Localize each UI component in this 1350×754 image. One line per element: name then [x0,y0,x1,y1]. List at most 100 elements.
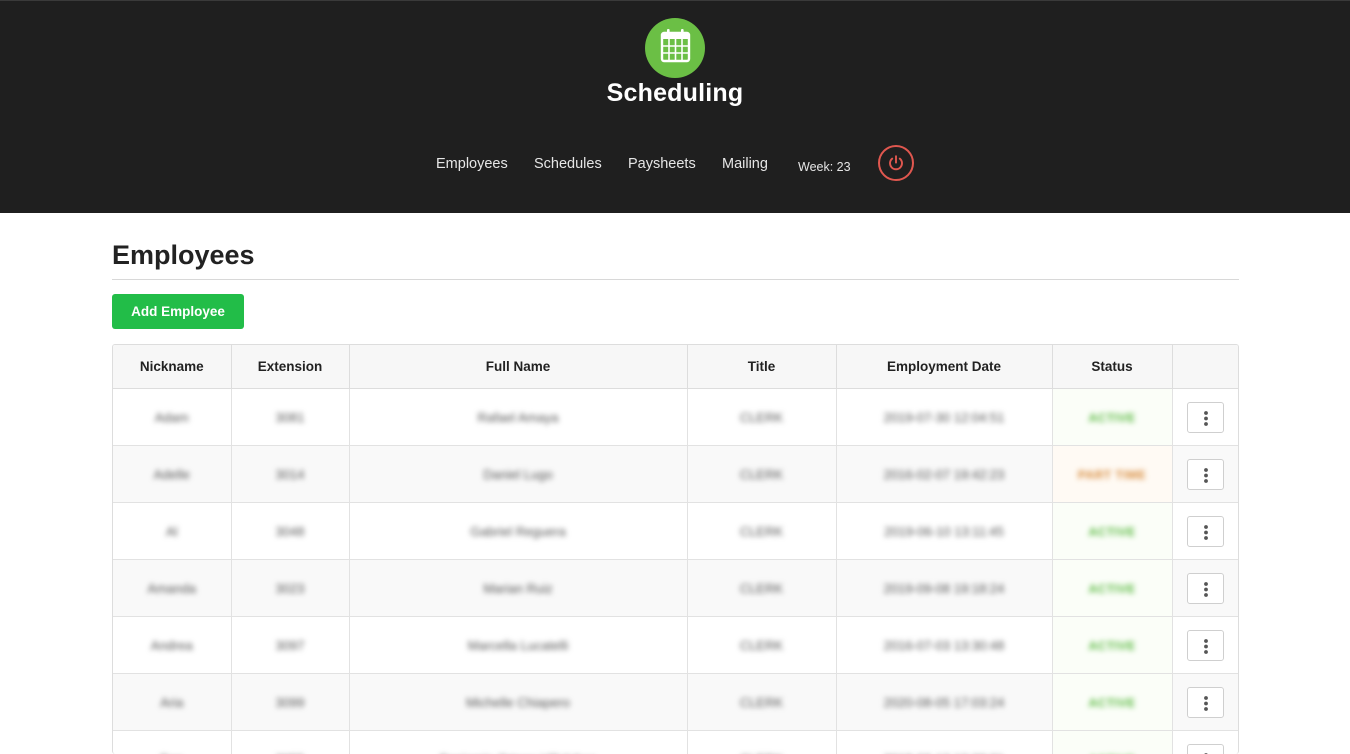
more-vertical-icon [1203,581,1209,598]
cell-title: CLERK [687,731,836,754]
cell-extension: 3099 [231,674,349,731]
table-row[interactable]: Adelle 3014 Daniel Lugo CLERK 2016-02-07 19:… [113,446,1238,503]
cell-employment-date-text: 2019-07-30 12:04:51 [884,410,1005,425]
status-badge: ACTIVE [1088,696,1135,710]
cell-full-name-text: Rafael Amaya [478,410,559,425]
cell-status: ACTIVE [1052,731,1172,754]
cell-title-text: CLERK [740,524,783,539]
status-badge: ACTIVE [1088,411,1135,425]
cell-status: ACTIVE [1052,617,1172,674]
table-header-row: Nickname Extension Full Name Title Emplo… [113,345,1238,389]
cell-employment-date-text: 2020-08-05 17:03:24 [884,695,1005,710]
cell-employment-date: 2016-02-07 19:42:23 [836,446,1052,503]
row-menu-button[interactable] [1187,459,1224,490]
cell-nickname-text: Andrea [151,638,193,653]
cell-title: CLERK [687,503,836,560]
cell-full-name: Benjamin Ortega Villalobos [349,731,687,754]
cell-status: PART TIME [1052,446,1172,503]
cell-full-name-text: Gabriel Reguera [470,524,565,539]
cell-actions [1172,674,1238,731]
table-row[interactable]: Aria 3099 Michelle Chiapero CLERK 2020-08-05… [113,674,1238,731]
cell-extension: 3048 [231,503,349,560]
cell-extension: 3023 [231,560,349,617]
cell-nickname-text: Adam [155,410,189,425]
cell-extension: 3081 [231,389,349,446]
column-header-nickname[interactable]: Nickname [113,345,231,389]
cell-extension: 3014 [231,446,349,503]
cell-extension: 3097 [231,617,349,674]
column-header-employment-date[interactable]: Employment Date [836,345,1052,389]
cell-title-text: CLERK [740,467,783,482]
cell-employment-date-text: 2016-07-03 13:30:48 [884,638,1005,653]
cell-nickname-text: Adelle [154,467,190,482]
cell-nickname: Aria [113,674,231,731]
column-header-status[interactable]: Status [1052,345,1172,389]
cell-nickname: Adelle [113,446,231,503]
cell-nickname-text: Aria [160,695,183,710]
more-vertical-icon [1203,410,1209,427]
row-menu-button[interactable] [1187,573,1224,604]
cell-title: CLERK [687,560,836,617]
more-vertical-icon [1203,524,1209,541]
cell-nickname: Andrea [113,617,231,674]
cell-nickname: Adam [113,389,231,446]
cell-actions [1172,731,1238,754]
cell-extension-text: 3099 [276,695,305,710]
cell-nickname-text: Al [166,524,178,539]
cell-extension: 3055 [231,731,349,754]
cell-actions [1172,389,1238,446]
cell-actions [1172,446,1238,503]
power-icon [887,154,905,172]
cell-title: CLERK [687,446,836,503]
cell-full-name-text: Marcella Lucatelli [468,638,568,653]
column-header-title[interactable]: Title [687,345,836,389]
more-vertical-icon [1203,695,1209,712]
cell-employment-date: 2020-08-05 17:03:24 [836,674,1052,731]
cell-full-name-text: Daniel Lugo [483,467,552,482]
cell-title-text: CLERK [740,695,783,710]
cell-nickname: Al [113,503,231,560]
add-employee-button[interactable]: Add Employee [112,294,244,329]
row-menu-button[interactable] [1187,630,1224,661]
row-menu-button[interactable] [1187,516,1224,547]
status-badge: ACTIVE [1088,639,1135,653]
logout-button[interactable] [878,145,914,181]
status-badge: ACTIVE [1088,582,1135,596]
top-header: Scheduling Employees Schedules Paysheets… [0,0,1350,213]
cell-extension-text: 3048 [276,524,305,539]
cell-title-text: CLERK [740,581,783,596]
cell-extension-text: 3081 [276,410,305,425]
cell-full-name-text: Michelle Chiapero [466,695,570,710]
nav-schedules[interactable]: Schedules [534,156,602,172]
cell-title-text: CLERK [740,410,783,425]
cell-employment-date: 2019-07-30 12:04:51 [836,389,1052,446]
table-row[interactable]: Adam 3081 Rafael Amaya CLERK 2019-07-30 12:0… [113,389,1238,446]
table-row[interactable]: Amanda 3023 Marian Ruiz CLERK 2019-09-08 19:… [113,560,1238,617]
nav-employees[interactable]: Employees [436,156,508,172]
page-title: Employees [112,240,255,271]
status-badge: PART TIME [1078,468,1146,482]
cell-full-name: Marian Ruiz [349,560,687,617]
cell-employment-date: 2016-07-03 13:30:48 [836,617,1052,674]
table-row[interactable]: Ben3055Benjamin Ortega VillalobosCLERK20… [113,731,1238,754]
cell-employment-date: 2019-06-10 13:11:45 [836,503,1052,560]
table-row[interactable]: Andrea3097Marcella LucatelliCLERK2016-07… [113,617,1238,674]
cell-employment-date: 2019-09-08 19:18:24 [836,560,1052,617]
table-row[interactable]: Al 3048 Gabriel Reguera CLERK 2019-06-10 13:… [113,503,1238,560]
title-divider [112,279,1239,280]
cell-actions [1172,503,1238,560]
row-menu-button[interactable] [1187,687,1224,718]
status-badge: ACTIVE [1088,525,1135,539]
cell-extension-text: 3023 [276,581,305,596]
cell-full-name: Gabriel Reguera [349,503,687,560]
column-header-extension[interactable]: Extension [231,345,349,389]
nav-mailing[interactable]: Mailing [722,156,768,172]
cell-nickname-text: Amanda [148,581,196,596]
nav-paysheets[interactable]: Paysheets [628,156,696,172]
cell-title: CLERK [687,674,836,731]
more-vertical-icon [1203,638,1209,655]
cell-actions [1172,617,1238,674]
row-menu-button[interactable] [1187,744,1224,754]
column-header-full-name[interactable]: Full Name [349,345,687,389]
row-menu-button[interactable] [1187,402,1224,433]
